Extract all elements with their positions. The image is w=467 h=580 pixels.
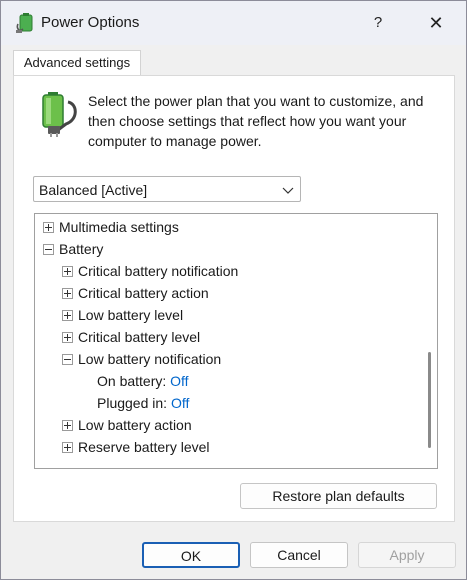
battery-plug-icon	[42, 92, 77, 137]
vertical-scrollbar[interactable]	[425, 216, 435, 466]
tree-item-label: Reserve battery level	[78, 439, 210, 455]
expand-icon[interactable]	[62, 310, 73, 321]
help-button[interactable]: ?	[364, 9, 392, 37]
dialog-client: Advanced settings Select the power plan …	[1, 45, 466, 579]
chevron-down-icon	[282, 187, 294, 194]
close-button[interactable]: ✕	[421, 9, 451, 37]
tree-item-label: Low battery action	[78, 417, 192, 433]
power-options-window: Power Options ? ✕ Advanced settings Sele…	[0, 0, 467, 580]
settings-tree[interactable]: Multimedia settings Battery Critical bat…	[34, 213, 438, 469]
tree-item-label: Low battery level	[78, 307, 184, 323]
title-bar[interactable]: Power Options ? ✕	[1, 1, 466, 45]
tree-item-label: Battery	[59, 241, 104, 257]
expand-icon[interactable]	[62, 266, 73, 277]
scrollbar-thumb[interactable]	[428, 352, 431, 448]
restore-plan-defaults-button[interactable]: Restore plan defaults	[240, 483, 437, 509]
tree-item-label: Critical battery level	[78, 329, 201, 345]
cancel-button[interactable]: Cancel	[250, 542, 348, 568]
tree-item-on-battery[interactable]: On battery: Off	[97, 370, 189, 392]
expand-icon[interactable]	[62, 442, 73, 453]
setting-value-link[interactable]: Off	[170, 373, 188, 389]
ok-button[interactable]: OK	[142, 542, 240, 568]
setting-label: Plugged in:	[97, 395, 168, 411]
power-options-icon	[16, 13, 33, 33]
tree-item-label: Low battery notification	[78, 351, 222, 367]
setting-label: On battery:	[97, 373, 167, 389]
setting-value-link[interactable]: Off	[171, 395, 189, 411]
advanced-settings-panel: Select the power plan that you want to c…	[13, 75, 455, 522]
power-plan-select[interactable]: Balanced [Active]	[33, 176, 301, 202]
description-text: Select the power plan that you want to c…	[88, 93, 424, 149]
expand-icon[interactable]	[62, 288, 73, 299]
collapse-icon[interactable]	[62, 354, 73, 365]
tree-item-label: Critical battery notification	[78, 263, 239, 279]
tab-advanced-settings[interactable]: Advanced settings	[13, 50, 141, 76]
window-title: Power Options	[41, 14, 140, 31]
expand-icon[interactable]	[62, 420, 73, 431]
power-plan-value: Balanced [Active]	[39, 182, 148, 198]
tree-item-plugged-in[interactable]: Plugged in: Off	[97, 392, 189, 414]
collapse-icon[interactable]	[43, 244, 54, 255]
tree-item-label: Multimedia settings	[59, 219, 179, 235]
expand-icon[interactable]	[43, 222, 54, 233]
apply-button[interactable]: Apply	[358, 542, 456, 568]
tree-item-label: Critical battery action	[78, 285, 209, 301]
expand-icon[interactable]	[62, 332, 73, 343]
